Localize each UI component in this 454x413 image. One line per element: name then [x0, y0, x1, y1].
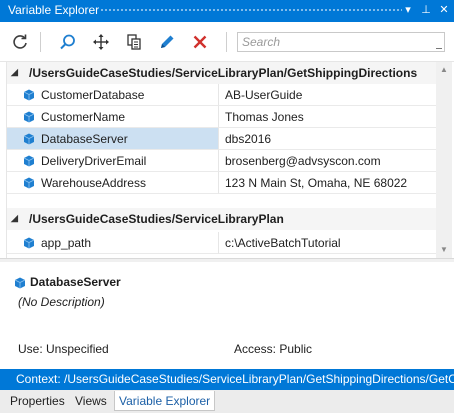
table-row[interactable]: app_path c:\ActiveBatchTutorial	[7, 232, 437, 254]
search-dropdown-icon[interactable]	[436, 42, 442, 49]
value-cell[interactable]: Thomas Jones	[219, 106, 437, 128]
close-button[interactable]: ✕	[436, 2, 452, 19]
drag-grip[interactable]	[100, 8, 402, 13]
variable-cube-icon	[23, 237, 35, 249]
copy-button[interactable]	[122, 30, 146, 54]
name-cell[interactable]: DeliveryDriverEmail	[7, 150, 219, 172]
context-path: Context: /UsersGuideCaseStudies/ServiceL…	[16, 372, 454, 386]
variable-value: 123 N Main St, Omaha, NE 68022	[225, 176, 408, 190]
variable-description: (No Description)	[18, 295, 105, 309]
search-icon	[60, 34, 75, 50]
variable-grid: ◢ /UsersGuideCaseStudies/ServiceLibraryP…	[6, 62, 437, 258]
variable-value: dbs2016	[225, 132, 272, 146]
variable-name: CustomerName	[41, 110, 126, 124]
search-placeholder: Search	[242, 35, 281, 49]
chevron-down-icon[interactable]: ◢	[11, 213, 18, 224]
copy-icon	[127, 34, 141, 50]
tab-strip: Properties Views Variable Explorer	[0, 390, 454, 413]
group-header[interactable]: ◢ /UsersGuideCaseStudies/ServiceLibraryP…	[7, 62, 437, 84]
edit-button[interactable]	[155, 30, 179, 54]
name-cell[interactable]: CustomerName	[7, 106, 219, 128]
move-button[interactable]	[89, 30, 113, 54]
variable-name: app_path	[41, 236, 92, 250]
variable-name: DeliveryDriverEmail	[41, 154, 147, 168]
description-pane: DatabaseServer (No Description) Use: Uns…	[0, 262, 454, 368]
variable-name: CustomerDatabase	[41, 88, 145, 102]
variable-value: c:\ActiveBatchTutorial	[225, 236, 341, 250]
variable-value: AB-UserGuide	[225, 88, 303, 102]
variable-cube-icon	[23, 111, 35, 123]
window-title: Variable Explorer	[8, 3, 100, 17]
toolbar-separator	[226, 32, 227, 52]
move-icon	[93, 34, 109, 50]
search-input[interactable]: Search	[237, 32, 445, 52]
toolbar-separator	[40, 32, 41, 52]
table-row[interactable]: WarehouseAddress 123 N Main St, Omaha, N…	[7, 172, 437, 194]
chevron-down-icon[interactable]: ◢	[11, 67, 18, 78]
title-bar: Variable Explorer ▾ ⊥ ✕	[0, 0, 454, 22]
group-label: /UsersGuideCaseStudies/ServiceLibraryPla…	[29, 66, 418, 80]
context-bar: Context: /UsersGuideCaseStudies/ServiceL…	[0, 369, 454, 390]
variable-access: Access: Public	[234, 342, 313, 356]
refresh-icon	[13, 34, 27, 49]
vertical-scrollbar[interactable]: ▲ ▼	[436, 62, 452, 258]
find-button[interactable]	[56, 30, 80, 54]
delete-icon	[193, 35, 207, 49]
tab-variable-explorer[interactable]: Variable Explorer	[114, 391, 216, 411]
variable-cube-icon	[23, 133, 35, 145]
window-menu-button[interactable]: ▾	[400, 2, 416, 19]
delete-button[interactable]	[188, 30, 212, 54]
variable-cube-icon	[23, 155, 35, 167]
refresh-button[interactable]	[8, 30, 32, 54]
table-row[interactable]: DeliveryDriverEmail brosenberg@advsyscon…	[7, 150, 437, 172]
variable-cube-icon	[14, 277, 26, 289]
toolbar: Search	[0, 22, 454, 62]
name-cell[interactable]: WarehouseAddress	[7, 172, 219, 194]
tab-views[interactable]: Views	[75, 391, 107, 411]
value-cell[interactable]: dbs2016	[219, 128, 437, 150]
table-row[interactable]: CustomerDatabase AB-UserGuide	[7, 84, 437, 106]
variable-value: brosenberg@advsyscon.com	[225, 154, 381, 168]
scroll-down-icon[interactable]: ▼	[436, 242, 452, 258]
name-cell[interactable]: app_path	[7, 232, 219, 254]
variable-name: WarehouseAddress	[41, 176, 146, 190]
value-cell[interactable]: brosenberg@advsyscon.com	[219, 150, 437, 172]
variable-name: DatabaseServer	[41, 132, 128, 146]
value-cell[interactable]: c:\ActiveBatchTutorial	[219, 232, 437, 254]
table-row-selected[interactable]: DatabaseServer dbs2016	[7, 128, 437, 150]
variable-cube-icon	[23, 89, 35, 101]
value-cell[interactable]: 123 N Main St, Omaha, NE 68022	[219, 172, 437, 194]
value-cell[interactable]: AB-UserGuide	[219, 84, 437, 106]
edit-icon	[161, 35, 174, 48]
group-header[interactable]: ◢ /UsersGuideCaseStudies/ServiceLibraryP…	[7, 208, 437, 230]
variable-cube-icon	[23, 177, 35, 189]
scroll-up-icon[interactable]: ▲	[436, 62, 452, 78]
tab-properties[interactable]: Properties	[10, 391, 65, 411]
variable-value: Thomas Jones	[225, 110, 304, 124]
pin-button[interactable]: ⊥	[418, 2, 434, 19]
name-cell[interactable]: DatabaseServer	[7, 128, 219, 150]
name-cell[interactable]: CustomerDatabase	[7, 84, 219, 106]
variable-use: Use: Unspecified	[18, 342, 109, 356]
selected-variable-name: DatabaseServer	[30, 275, 121, 289]
table-row[interactable]: CustomerName Thomas Jones	[7, 106, 437, 128]
group-label: /UsersGuideCaseStudies/ServiceLibraryPla…	[29, 212, 284, 226]
